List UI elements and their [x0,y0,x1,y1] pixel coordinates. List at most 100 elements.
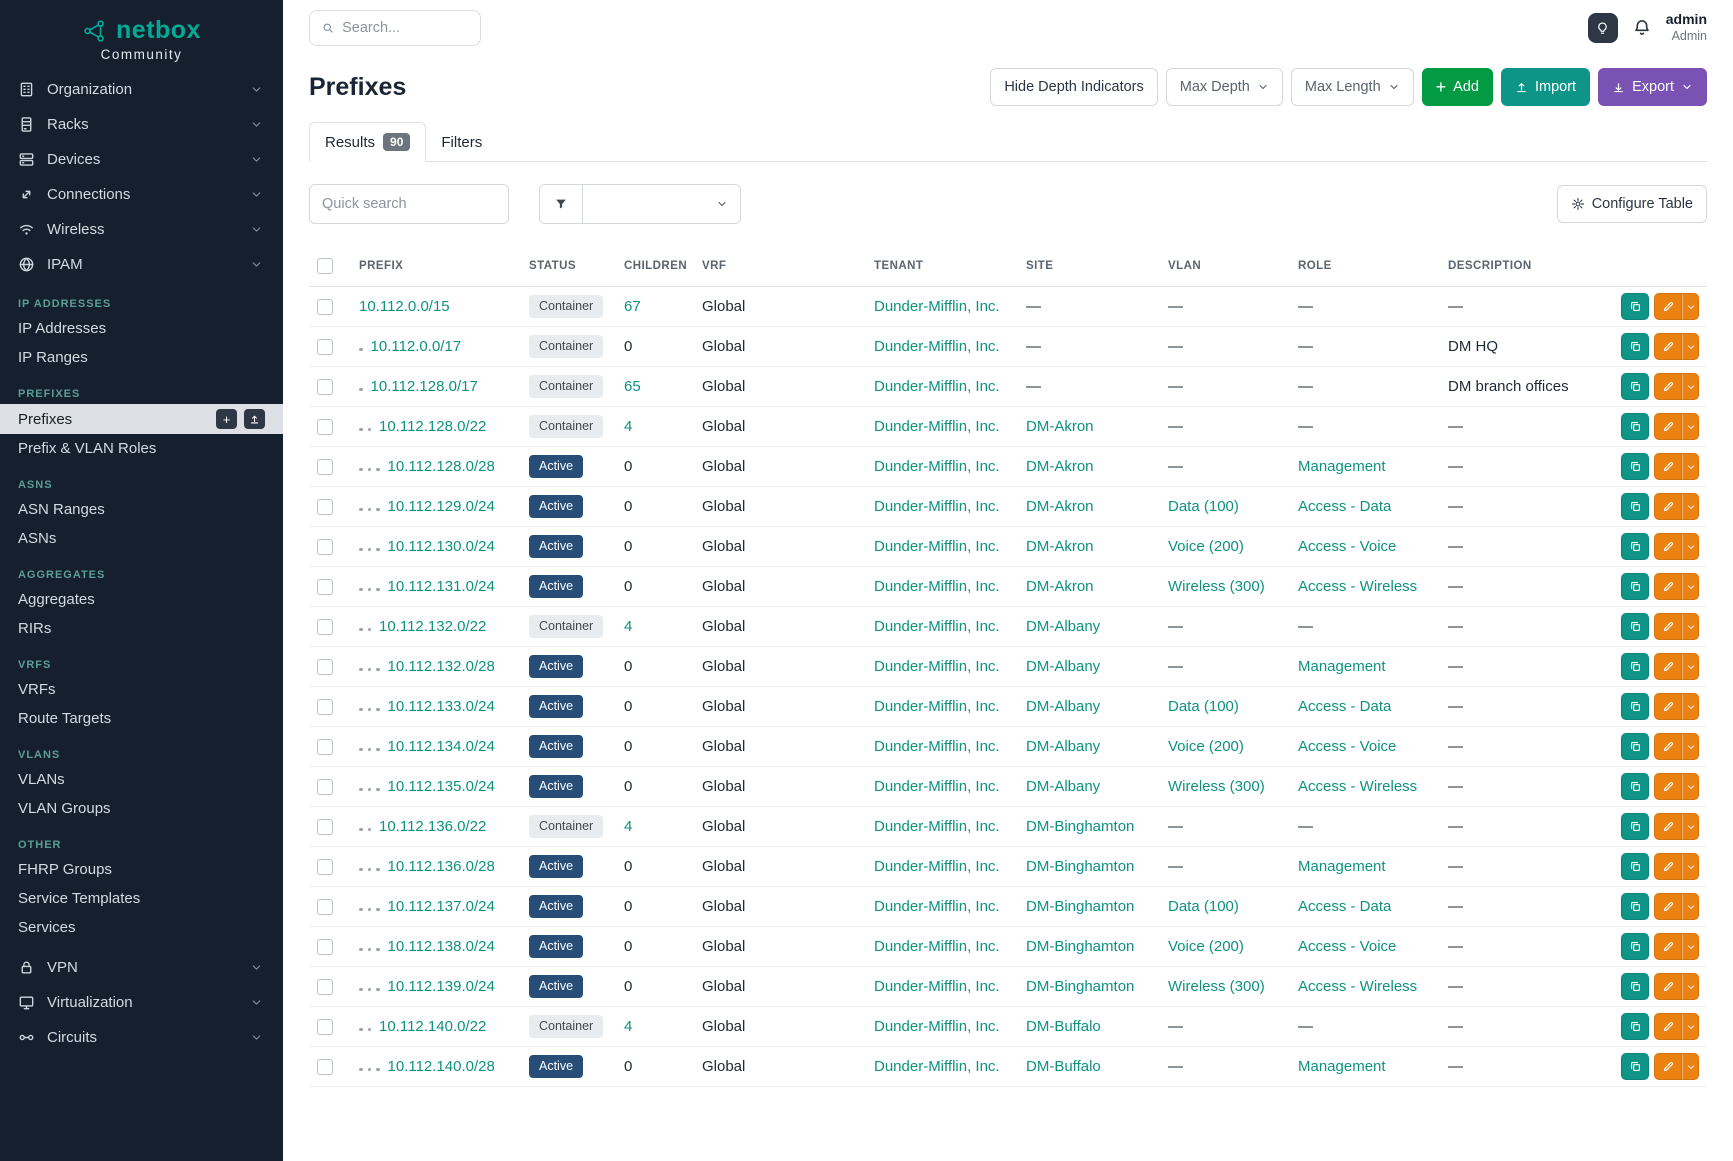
edit-button[interactable] [1654,413,1682,440]
edit-button[interactable] [1654,653,1682,680]
copy-button[interactable] [1621,1053,1649,1080]
edit-button[interactable] [1654,853,1682,880]
row-checkbox[interactable] [317,779,333,795]
edit-button[interactable] [1654,1013,1682,1040]
site-link[interactable]: DM-Buffalo [1026,1058,1101,1075]
row-checkbox[interactable] [317,739,333,755]
site-link[interactable]: DM-Buffalo [1026,1018,1101,1035]
copy-button[interactable] [1621,413,1649,440]
children-count[interactable]: 4 [624,418,632,435]
tenant-link[interactable]: Dunder-Mifflin, Inc. [874,698,1000,715]
prefix-link[interactable]: 10.112.134.0/24 [388,738,495,755]
vlan-link[interactable]: Data (100) [1168,698,1239,715]
tenant-link[interactable]: Dunder-Mifflin, Inc. [874,898,1000,915]
role-link[interactable]: Access - Voice [1298,538,1396,555]
prefix-link[interactable]: 10.112.135.0/24 [388,778,495,795]
edit-button[interactable] [1654,493,1682,520]
row-checkbox[interactable] [317,939,333,955]
import-button[interactable]: Import [1501,68,1590,106]
tenant-link[interactable]: Dunder-Mifflin, Inc. [874,738,1000,755]
role-link[interactable]: Access - Data [1298,498,1391,515]
theme-toggle-button[interactable] [1588,13,1618,43]
vlan-link[interactable]: Wireless (300) [1168,778,1265,795]
site-link[interactable]: DM-Akron [1026,418,1094,435]
sidebar-item-route-targets[interactable]: Route Targets + [0,704,283,733]
edit-button[interactable] [1654,733,1682,760]
tenant-link[interactable]: Dunder-Mifflin, Inc. [874,938,1000,955]
role-link[interactable]: Management [1298,458,1386,475]
tab-results[interactable]: Results 90 [309,122,426,162]
tenant-link[interactable]: Dunder-Mifflin, Inc. [874,818,1000,835]
tenant-link[interactable]: Dunder-Mifflin, Inc. [874,618,1000,635]
sidebar-item-connections[interactable]: Connections [0,177,283,212]
edit-button[interactable] [1654,573,1682,600]
edit-dropdown-caret[interactable] [1682,933,1699,960]
row-checkbox[interactable] [317,899,333,915]
role-link[interactable]: Access - Wireless [1298,978,1417,995]
tab-filters[interactable]: Filters [426,124,497,161]
vlan-link[interactable]: Voice (200) [1168,538,1244,555]
site-link[interactable]: DM-Albany [1026,778,1100,795]
prefix-link[interactable]: 10.112.128.0/22 [379,418,486,435]
prefix-link[interactable]: 10.112.132.0/22 [379,618,486,635]
prefix-link[interactable]: 10.112.128.0/28 [388,458,495,475]
filter-funnel-icon[interactable] [539,184,583,224]
site-link[interactable]: DM-Akron [1026,458,1094,475]
row-checkbox[interactable] [317,659,333,675]
site-link[interactable]: DM-Akron [1026,578,1094,595]
row-checkbox[interactable] [317,859,333,875]
copy-button[interactable] [1621,973,1649,1000]
site-link[interactable]: DM-Binghamton [1026,978,1134,995]
sidebar-item-services[interactable]: Services + [0,913,283,942]
max-depth-dropdown[interactable]: Max Depth [1166,68,1283,106]
edit-dropdown-caret[interactable] [1682,613,1699,640]
import-prefix-mini-button[interactable] [244,409,265,429]
edit-button[interactable] [1654,293,1682,320]
role-link[interactable]: Management [1298,1058,1386,1075]
sidebar-item-circuits[interactable]: Circuits [0,1020,283,1055]
edit-dropdown-caret[interactable] [1682,693,1699,720]
row-checkbox[interactable] [317,459,333,475]
sidebar-item-vpn[interactable]: VPN [0,950,283,985]
sidebar-item-ip-addresses[interactable]: IP Addresses + [0,314,283,343]
role-link[interactable]: Management [1298,658,1386,675]
sidebar-item-vrfs[interactable]: VRFs + [0,675,283,704]
tenant-link[interactable]: Dunder-Mifflin, Inc. [874,418,1000,435]
prefix-link[interactable]: 10.112.138.0/24 [388,938,495,955]
tenant-link[interactable]: Dunder-Mifflin, Inc. [874,578,1000,595]
vlan-link[interactable]: Voice (200) [1168,738,1244,755]
site-link[interactable]: DM-Akron [1026,538,1094,555]
prefix-link[interactable]: 10.112.136.0/22 [379,818,486,835]
row-checkbox[interactable] [317,1019,333,1035]
sidebar-item-racks[interactable]: Racks [0,107,283,142]
sidebar-item-wireless[interactable]: Wireless [0,212,283,247]
quick-search-input[interactable] [309,184,509,224]
sidebar-item-aggregates[interactable]: Aggregates + [0,585,283,614]
sidebar-item-vlan-groups[interactable]: VLAN Groups + [0,794,283,823]
copy-button[interactable] [1621,813,1649,840]
prefix-link[interactable]: 10.112.136.0/28 [388,858,495,875]
row-checkbox[interactable] [317,539,333,555]
column-header-site[interactable]: SITE [1018,250,1160,287]
prefix-link[interactable]: 10.112.0.0/15 [359,298,450,315]
site-link[interactable]: DM-Binghamton [1026,858,1134,875]
copy-button[interactable] [1621,613,1649,640]
copy-button[interactable] [1621,693,1649,720]
column-header-vlan[interactable]: VLAN [1160,250,1290,287]
prefix-link[interactable]: 10.112.139.0/24 [388,978,495,995]
site-link[interactable]: DM-Albany [1026,618,1100,635]
column-header-description[interactable]: DESCRIPTION [1440,250,1605,287]
edit-button[interactable] [1654,1053,1682,1080]
edit-button[interactable] [1654,933,1682,960]
sidebar-item-vlans[interactable]: VLANs + [0,765,283,794]
row-checkbox[interactable] [317,419,333,435]
sidebar-item-virtualization[interactable]: Virtualization [0,985,283,1020]
site-link[interactable]: DM-Akron [1026,498,1094,515]
column-header-children[interactable]: CHILDREN [616,250,694,287]
tenant-link[interactable]: Dunder-Mifflin, Inc. [874,298,1000,315]
prefix-link[interactable]: 10.112.140.0/22 [379,1018,486,1035]
edit-button[interactable] [1654,813,1682,840]
row-checkbox[interactable] [317,699,333,715]
row-checkbox[interactable] [317,499,333,515]
global-search-box[interactable] [309,10,481,46]
